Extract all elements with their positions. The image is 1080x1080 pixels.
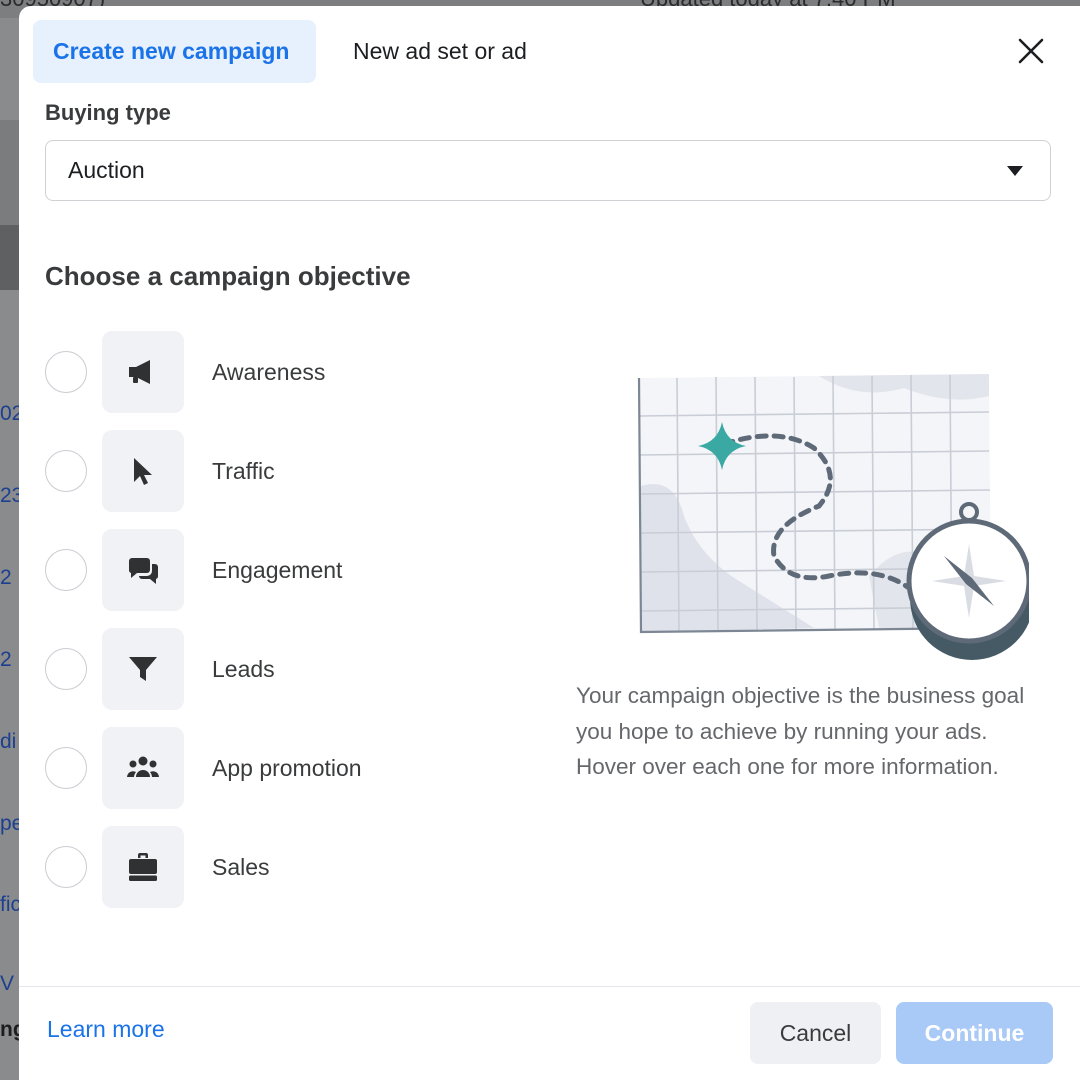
- caret-down-icon: [1007, 166, 1023, 176]
- learn-more-link[interactable]: Learn more: [47, 1016, 165, 1043]
- background-strip-text: V: [0, 972, 15, 995]
- objective-label: Leads: [212, 656, 275, 682]
- objective-label: Awareness: [212, 359, 326, 385]
- chat-bubbles-icon: [128, 558, 159, 584]
- objective-label: Engagement: [212, 557, 343, 583]
- tab-create-new-campaign[interactable]: Create new campaign: [33, 20, 316, 83]
- people-icon: [127, 756, 159, 777]
- radio-sales[interactable]: [45, 846, 87, 888]
- objective-sales[interactable]: Sales: [45, 826, 525, 908]
- background-strip-text: pe: [0, 812, 20, 835]
- objective-help-text: Your campaign objective is the business …: [576, 683, 1025, 779]
- buying-type-select[interactable]: Auction: [45, 140, 1051, 201]
- close-icon: [1018, 38, 1044, 64]
- briefcase-icon: [129, 853, 157, 881]
- objective-label: Traffic: [212, 458, 275, 484]
- objective-icon-tile: [102, 430, 184, 512]
- funnel-icon: [129, 657, 157, 681]
- objective-icon-tile: [102, 529, 184, 611]
- objective-icon-tile: [102, 826, 184, 908]
- objective-section-title: Choose a campaign objective: [45, 261, 411, 291]
- continue-button[interactable]: Continue: [896, 1002, 1053, 1064]
- objective-icon-tile: [102, 331, 184, 413]
- radio-engagement[interactable]: [45, 549, 87, 591]
- close-button[interactable]: [1016, 36, 1046, 66]
- objective-label: Sales: [212, 854, 270, 880]
- background-strip-text: fic: [0, 893, 20, 916]
- buying-type-value: Auction: [68, 157, 145, 183]
- objective-engagement[interactable]: Engagement: [45, 529, 525, 611]
- background-strip-text: 2: [0, 566, 12, 589]
- create-campaign-dialog: Create new campaign New ad set or ad Buy…: [19, 6, 1080, 1080]
- cursor-icon: [134, 458, 152, 485]
- radio-traffic[interactable]: [45, 450, 87, 492]
- map-compass-illustration: [637, 374, 1029, 660]
- buying-type-label: Buying type: [45, 100, 171, 125]
- background-strip-text: 2: [0, 648, 12, 671]
- objective-traffic[interactable]: Traffic: [45, 430, 525, 512]
- objective-label: App promotion: [212, 755, 362, 781]
- radio-leads[interactable]: [45, 648, 87, 690]
- background-strip-text: 02: [0, 402, 20, 425]
- radio-app-promotion[interactable]: [45, 747, 87, 789]
- objective-icon-tile: [102, 628, 184, 710]
- cancel-button[interactable]: Cancel: [750, 1002, 881, 1064]
- objective-icon-tile: [102, 727, 184, 809]
- background-band: [0, 120, 20, 225]
- background-band: [0, 225, 20, 290]
- objective-app-promotion[interactable]: App promotion: [45, 727, 525, 809]
- tab-new-ad-set-or-ad[interactable]: New ad set or ad: [333, 20, 547, 83]
- background-strip-text: ng: [0, 1018, 20, 1041]
- megaphone-icon: [129, 360, 150, 384]
- footer-divider: [19, 986, 1080, 987]
- background-strip-text: di: [0, 730, 17, 753]
- objective-awareness[interactable]: Awareness: [45, 331, 525, 413]
- radio-awareness[interactable]: [45, 351, 87, 393]
- background-strip-text: 23: [0, 484, 20, 507]
- objective-leads[interactable]: Leads: [45, 628, 525, 710]
